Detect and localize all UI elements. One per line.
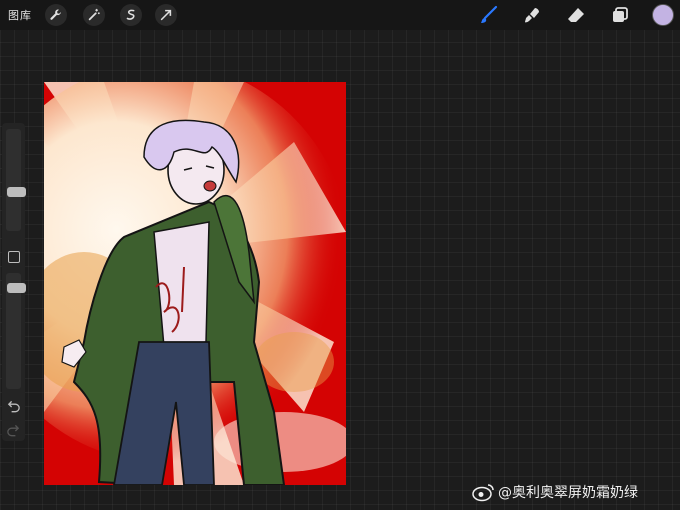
transform-arrow-icon[interactable] xyxy=(155,4,177,26)
opacity-thumb[interactable] xyxy=(7,283,26,293)
wrench-icon[interactable] xyxy=(45,4,67,26)
selection-icon[interactable] xyxy=(120,4,142,26)
sidebar xyxy=(2,123,26,441)
gallery-button[interactable]: 图库 xyxy=(8,7,32,23)
undo-icon[interactable] xyxy=(6,399,21,413)
weibo-icon xyxy=(472,484,494,502)
smudge-icon[interactable] xyxy=(521,4,543,26)
brush-size-slider[interactable] xyxy=(6,129,26,231)
color-swatch[interactable] xyxy=(652,4,674,26)
artwork-image xyxy=(44,82,346,485)
brush-size-thumb[interactable] xyxy=(7,187,26,197)
drawing-canvas[interactable] xyxy=(44,82,346,485)
opacity-slider[interactable] xyxy=(6,273,26,389)
magic-wand-icon[interactable] xyxy=(83,4,105,26)
redo-icon[interactable] xyxy=(6,423,21,437)
brush-icon[interactable] xyxy=(478,4,500,26)
modify-button[interactable] xyxy=(8,251,20,263)
weibo-watermark: @奥利奥翠屏奶霜奶绿 xyxy=(472,481,638,503)
eraser-icon[interactable] xyxy=(565,4,587,26)
layers-icon[interactable] xyxy=(609,4,631,26)
watermark-text: @奥利奥翠屏奶霜奶绿 xyxy=(498,485,638,501)
top-toolbar: 图库 xyxy=(0,0,680,30)
